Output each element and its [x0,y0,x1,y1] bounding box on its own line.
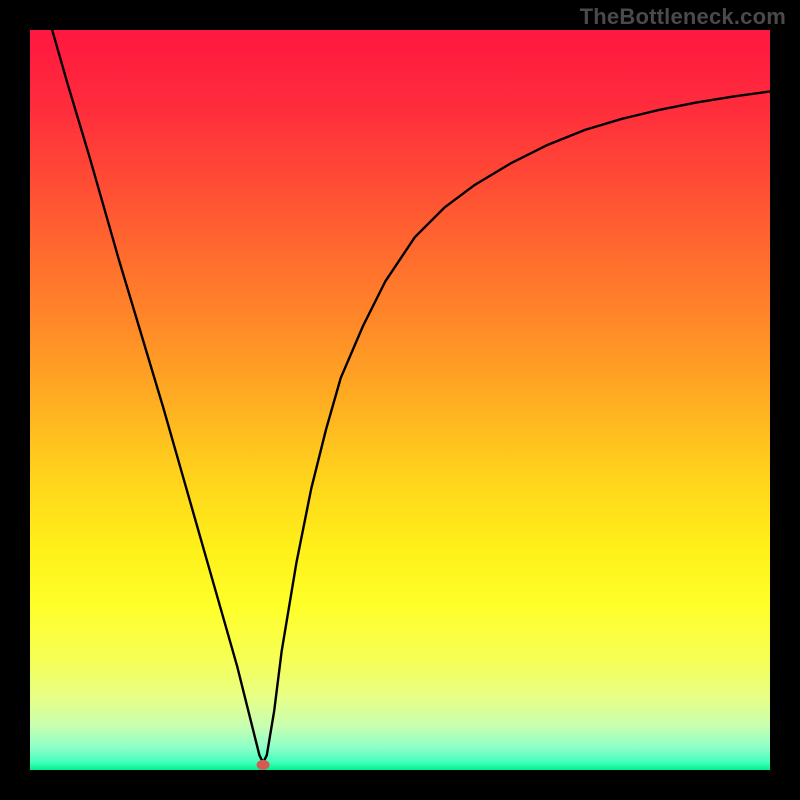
gradient-background [30,30,770,770]
plot-frame [30,30,770,770]
marker-dot [257,760,270,770]
plot-svg [30,30,770,770]
watermark-text: TheBottleneck.com [580,4,786,30]
chart-container: TheBottleneck.com [0,0,800,800]
